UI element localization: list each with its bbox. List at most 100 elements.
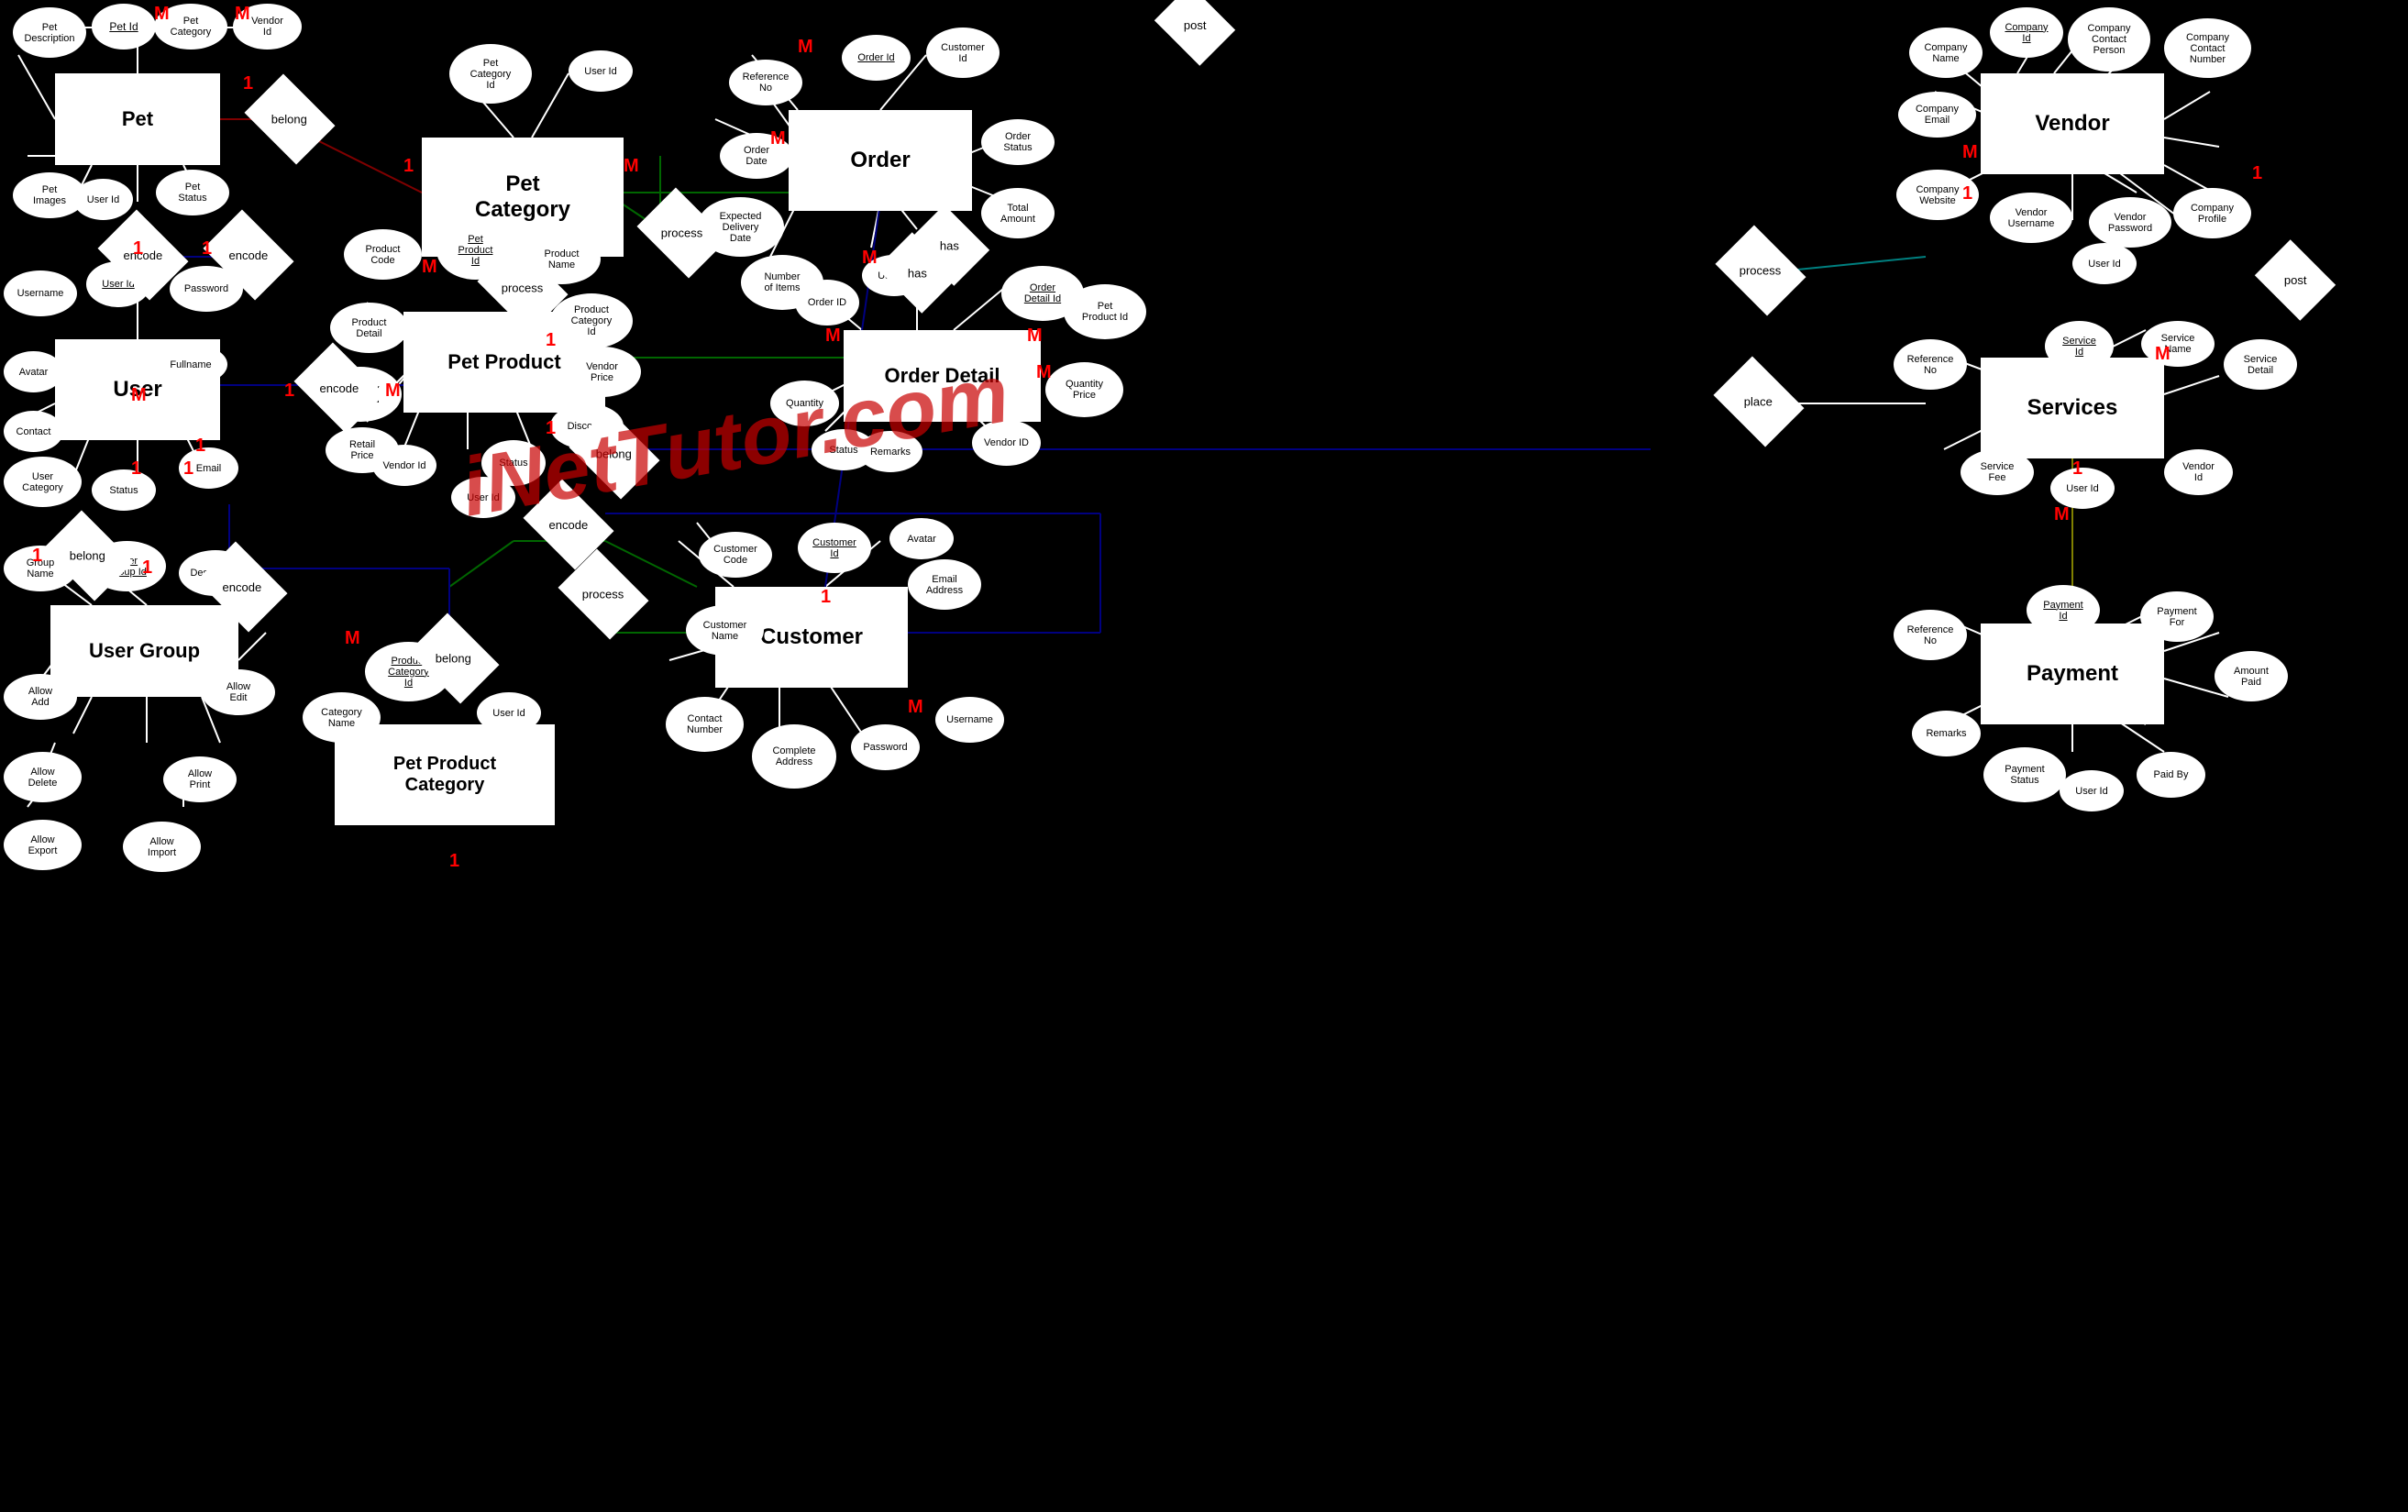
- attr-vendor-username: VendorUsername: [1990, 193, 2072, 243]
- attr-company-contact-person: CompanyContactPerson: [2068, 7, 2150, 72]
- entity-vendor: Vendor: [1981, 73, 2164, 174]
- relation-process-vendor: process: [1716, 226, 1806, 316]
- attr-customer-code: CustomerCode: [699, 532, 772, 578]
- attr-pet-product-id2: PetProduct Id: [1064, 284, 1146, 339]
- relation-process-order: process: [637, 188, 728, 279]
- attr-service-detail: ServiceDetail: [2224, 339, 2297, 390]
- attr-username: Username: [4, 270, 77, 316]
- attr-reference-no-svc: ReferenceNo: [1894, 339, 1967, 390]
- attr-product-detail: ProductDetail: [330, 303, 408, 353]
- attr-vendor-price: VendorPrice: [563, 347, 641, 397]
- relation-post-top: post: [1154, 0, 1235, 66]
- attr-service-name: ServiceName: [2141, 321, 2215, 367]
- attr-user-category: UserCategory: [4, 457, 82, 507]
- mult-29: 1: [2252, 163, 2262, 184]
- attr-password-customer: Password: [851, 724, 920, 770]
- attr-reference-no-pay: ReferenceNo: [1894, 610, 1967, 660]
- attr-product-category-id: ProductCategoryId: [550, 293, 633, 348]
- entity-pet: Pet: [55, 73, 220, 165]
- mult-7: 1: [202, 238, 212, 259]
- mult-26: M: [908, 697, 923, 718]
- attr-vendor-id-svc: VendorId: [2164, 449, 2233, 495]
- attr-company-profile: CompanyProfile: [2173, 188, 2251, 238]
- mult-28: 1: [1962, 183, 1972, 204]
- mult-24: M: [1036, 362, 1052, 383]
- attr-contact: Contact: [4, 411, 63, 452]
- mult-32: 1: [2072, 458, 2082, 480]
- attr-user-id-vendor: User Id: [2072, 243, 2137, 284]
- attr-paid-by: Paid By: [2137, 752, 2205, 798]
- attr-service-fee: ServiceFee: [1961, 449, 2034, 495]
- attr-user-id-pet: User Id: [73, 179, 133, 220]
- attr-quantity: Quantity: [770, 381, 839, 426]
- attr-category-name: CategoryName: [303, 692, 381, 743]
- mult-11: M: [770, 128, 786, 149]
- mult-16: 1: [32, 546, 42, 567]
- attr-pet-id: Pet Id: [92, 4, 156, 50]
- attr-payment-for: PaymentFor: [2140, 591, 2214, 642]
- attr-status-user: Status: [92, 469, 156, 511]
- mult-5: M: [422, 257, 437, 278]
- attr-customer-id2: CustomerId: [798, 523, 871, 573]
- attr-complete-address: CompleteAddress: [752, 724, 836, 789]
- attr-remarks-pay: Remarks: [1912, 711, 1981, 756]
- mult-14: 1: [183, 458, 193, 480]
- entity-payment: Payment: [1981, 624, 2164, 724]
- attr-allow-import: AllowImport: [123, 822, 201, 872]
- mult-18: M: [345, 628, 360, 649]
- attr-user-id-product: User Id: [451, 477, 515, 518]
- mult-9: M: [385, 381, 401, 402]
- attr-user-id-ppc: User Id: [477, 692, 541, 734]
- relation-belong-pet: belong: [245, 74, 336, 165]
- mult-1: M: [235, 4, 250, 25]
- attr-reference-no: ReferenceNo: [729, 60, 802, 105]
- attr-company-name: CompanyName: [1909, 28, 1983, 78]
- attr-quantity-price: QuantityPrice: [1045, 362, 1123, 417]
- entity-order: Order: [789, 110, 972, 211]
- mult-13: 1: [131, 458, 141, 480]
- erd-diagram: Pet PetCategory Pet Product User User Gr…: [0, 0, 2408, 1512]
- attr-order-id2: Order ID: [795, 280, 859, 326]
- entity-services: Services: [1981, 358, 2164, 458]
- mult-30: M: [2155, 344, 2171, 365]
- attr-company-email: CompanyEmail: [1898, 92, 1976, 138]
- relation-place: place: [1714, 357, 1805, 447]
- attr-contact-number: ContactNumber: [666, 697, 744, 752]
- attr-allow-print: AllowPrint: [163, 756, 237, 802]
- attr-user-id-pay: User Id: [2060, 770, 2124, 811]
- attr-pet-category-id: PetCategoryId: [449, 44, 532, 104]
- mult-8: 1: [284, 381, 294, 402]
- mult-21: M: [862, 248, 878, 269]
- attr-customer-id-order: CustomerId: [926, 28, 1000, 78]
- attr-amount-paid: AmountPaid: [2215, 651, 2288, 701]
- attr-order-id: Order Id: [842, 35, 911, 81]
- attr-payment-status: PaymentStatus: [1983, 747, 2066, 802]
- attr-fullname: Fullname: [154, 344, 227, 385]
- mult-19: 1: [449, 851, 459, 872]
- attr-allow-add: AllowAdd: [4, 674, 77, 720]
- entity-order-detail: Order Detail: [844, 330, 1041, 422]
- attr-allow-delete: AllowDelete: [4, 752, 82, 802]
- attr-service-id: ServiceId: [2045, 321, 2114, 371]
- attr-total-amount: TotalAmount: [981, 188, 1055, 238]
- attr-payment-id: PaymentId: [2027, 585, 2100, 635]
- attr-username-customer: Username: [935, 697, 1004, 743]
- attr-remarks: Remarks: [858, 431, 922, 472]
- attr-vendor-id-product: Vendor Id: [372, 445, 436, 486]
- attr-allow-export: AllowExport: [4, 820, 82, 870]
- entity-pet-product-category: Pet ProductCategory: [335, 724, 555, 825]
- mult-22: M: [825, 326, 841, 347]
- mult-34: 1: [546, 418, 556, 439]
- attr-user-id-petcat: User Id: [569, 50, 633, 92]
- attr-product-code: ProductCode: [344, 229, 422, 280]
- attr-vendor-password: VendorPassword: [2089, 197, 2171, 248]
- attr-avatar: Avatar: [4, 351, 63, 392]
- attr-order-status: OrderStatus: [981, 119, 1055, 165]
- mult-12: M: [131, 385, 147, 406]
- attr-vendor-id-od: Vendor ID: [972, 420, 1041, 466]
- attr-pet-description: PetDescription: [13, 7, 86, 58]
- mult-25: 1: [821, 587, 831, 608]
- mult-20: M: [798, 37, 813, 58]
- mult-10: M: [624, 156, 639, 177]
- attr-company-id: CompanyId: [1990, 7, 2063, 58]
